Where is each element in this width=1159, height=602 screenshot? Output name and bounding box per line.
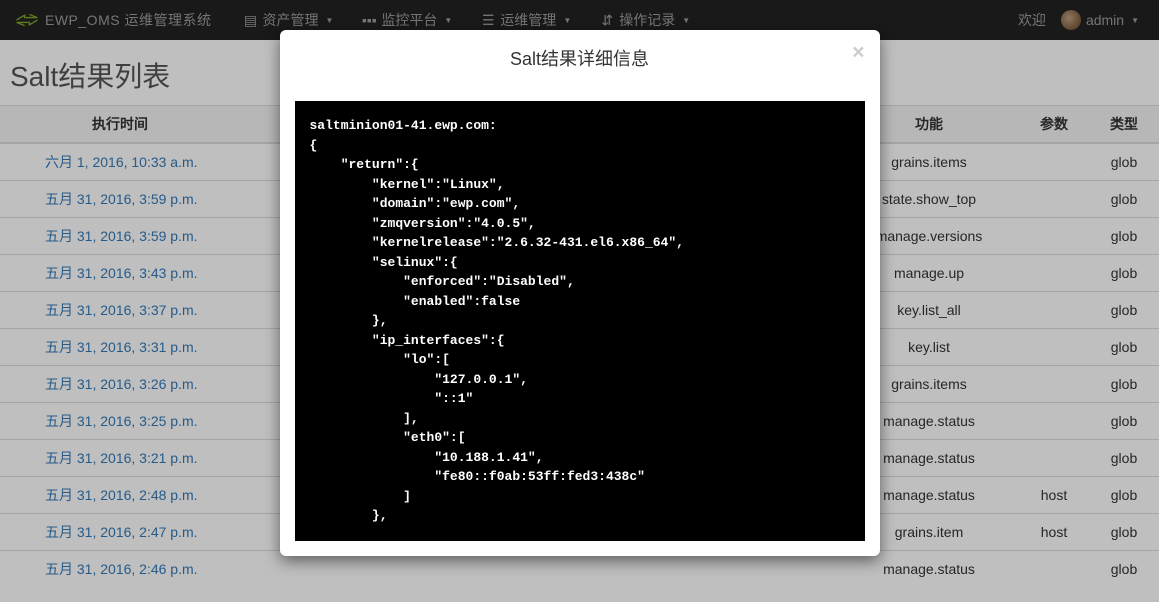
close-icon[interactable]: ×	[852, 42, 864, 63]
modal-title: Salt结果详细信息	[510, 49, 649, 69]
code-block[interactable]: saltminion01-41.ewp.com: { "return":{ "k…	[295, 101, 865, 541]
modal-body: saltminion01-41.ewp.com: { "return":{ "k…	[280, 86, 880, 556]
modal: Salt结果详细信息 × saltminion01-41.ewp.com: { …	[280, 30, 880, 556]
modal-header: Salt结果详细信息 ×	[280, 30, 880, 86]
